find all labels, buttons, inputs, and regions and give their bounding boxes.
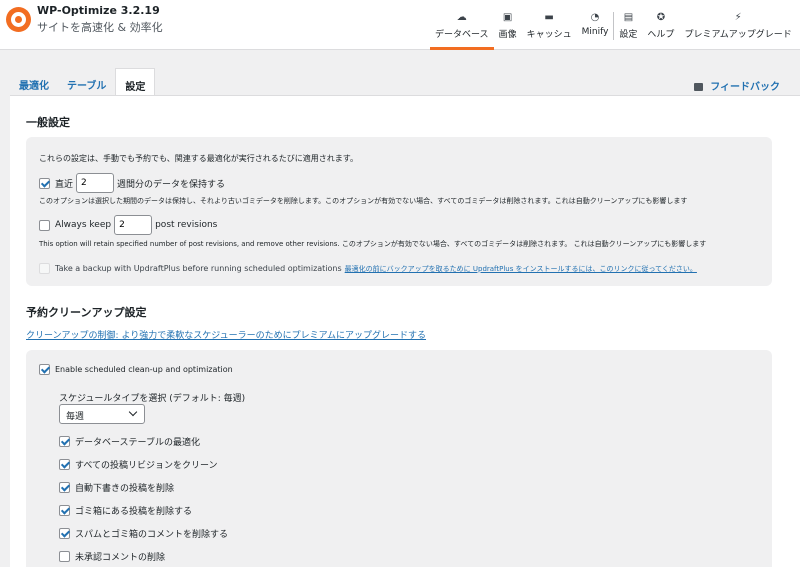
settings-panel: 一般設定 これらの設定は、手動でも予約でも、関連する最適化が実行されるたびに適用… (10, 95, 800, 567)
general-intro: これらの設定は、手動でも予約でも、関連する最適化が実行されるたびに適用されます。 (39, 154, 358, 163)
top-nav: ☁ データベース ▣ 画像 ▬ キャッシュ ◔ Minify ▤ 設定 ✪ ヘル… (430, 0, 797, 50)
option-checkbox-spam-comments[interactable] (59, 528, 70, 539)
schedule-type-select[interactable]: 毎週 (59, 404, 145, 424)
keep-revisions-suffix: post revisions (155, 220, 218, 230)
app-title: WP-Optimize 3.2.19 (37, 4, 160, 17)
option-label: スパムとゴミ箱のコメントを削除する (75, 530, 229, 540)
nav-images[interactable]: ▣ 画像 (494, 0, 522, 50)
option-checkbox-auto-drafts[interactable] (59, 482, 70, 493)
keep-revisions-prefix: Always keep (55, 220, 112, 230)
option-checkbox-unapproved-comments[interactable] (59, 551, 70, 562)
feedback-icon (694, 83, 704, 91)
image-icon: ▣ (502, 12, 513, 23)
option-checkbox-optimize-tables[interactable] (59, 436, 70, 447)
option-label: 未承認コメントの削除 (75, 553, 166, 563)
option-row: データベーステーブルの最適化 (59, 435, 200, 448)
gauge-icon: ◔ (590, 12, 600, 23)
keep-revisions-checkbox[interactable] (39, 219, 50, 231)
chevron-down-icon (128, 407, 138, 417)
backup-checkbox[interactable] (39, 263, 50, 274)
keep-weeks-checkbox[interactable] (39, 177, 50, 189)
cache-icon: ▬ (544, 12, 554, 23)
nav-help[interactable]: ✪ ヘルプ (642, 0, 679, 50)
backup-row: Take a backup with UpdraftPlus before ru… (39, 263, 697, 274)
keep-revisions-input[interactable] (114, 215, 153, 235)
option-label: すべての投稿リビジョンをクリーン (75, 461, 218, 471)
premium-upgrade-link[interactable]: クリーンアップの制御: より強力で柔軟なスケジューラーのためにプレミアムにアップ… (26, 328, 426, 341)
enable-schedule-row: Enable scheduled clean-up and optimizati… (39, 364, 233, 375)
option-row: すべての投稿リビジョンをクリーン (59, 458, 218, 471)
option-row: 未承認コメントの削除 (59, 550, 165, 563)
option-label: 自動下書きの投稿を削除 (75, 484, 175, 494)
option-checkbox-clean-revisions[interactable] (59, 459, 70, 470)
general-settings-heading: 一般設定 (26, 116, 70, 129)
schedule-type-label: スケジュールタイプを選択 (デフォルト: 毎週) (59, 394, 246, 404)
enable-schedule-label: Enable scheduled clean-up and optimizati… (55, 365, 233, 374)
enable-schedule-checkbox[interactable] (39, 364, 50, 375)
database-icon: ☁ (456, 12, 467, 23)
tab-settings[interactable]: 設定 (115, 68, 156, 95)
sub-tabs: 最適化 テーブル 設定 (10, 68, 156, 95)
option-row: 自動下書きの投稿を削除 (59, 481, 174, 494)
scheduled-settings-box: Enable scheduled clean-up and optimizati… (26, 350, 772, 567)
tab-optimizations[interactable]: 最適化 (10, 68, 58, 95)
keep-weeks-input[interactable] (76, 173, 115, 193)
backup-label: Take a backup with UpdraftPlus before ru… (55, 264, 342, 273)
scheduled-cleanup-heading: 予約クリーンアップ設定 (26, 306, 147, 319)
nav-database[interactable]: ☁ データベース (430, 0, 494, 50)
option-row: ゴミ箱にある投稿を削除する (59, 504, 192, 517)
option-checkbox-trashed-posts[interactable] (59, 505, 70, 516)
feedback-link[interactable]: フィードバック (694, 78, 780, 93)
nav-cache[interactable]: ▬ キャッシュ (522, 0, 577, 50)
nav-premium[interactable]: ⚡ プレミアムアップグレード (679, 0, 796, 50)
option-row: スパムとゴミ箱のコメントを削除する (59, 527, 228, 540)
wp-optimize-logo-icon (6, 7, 31, 32)
keep-weeks-note: このオプションは選択した期間のデータは保持し、それより古いゴミデータを削除します… (39, 197, 688, 205)
tab-tables[interactable]: テーブル (58, 68, 115, 95)
app-subtitle: サイトを高速化 & 効率化 (37, 21, 163, 34)
plug-icon: ⚡ (734, 12, 742, 23)
general-settings-box: これらの設定は、手動でも予約でも、関連する最適化が実行されるたびに適用されます。… (26, 137, 772, 286)
keep-weeks-row: 直近 週間分のデータを保持する (39, 173, 225, 193)
brand: WP-Optimize 3.2.19 サイトを高速化 & 効率化 (37, 4, 163, 35)
keep-revisions-row: Always keep post revisions (39, 215, 217, 235)
settings-icon: ▤ (623, 12, 634, 23)
help-icon: ✪ (656, 12, 666, 23)
schedule-type-value: 毎週 (66, 412, 85, 422)
install-updraftplus-link[interactable]: 最適化の前にバックアップを取るために UpdraftPlus をインストールする… (345, 264, 697, 274)
option-label: ゴミ箱にある投稿を削除する (75, 507, 193, 517)
keep-revisions-note: This option will retain specified number… (39, 240, 707, 248)
nav-minify[interactable]: ◔ Minify (577, 0, 614, 50)
option-label: データベーステーブルの最適化 (75, 438, 201, 448)
keep-weeks-suffix: 週間分のデータを保持する (117, 179, 226, 190)
keep-weeks-prefix: 直近 (55, 179, 74, 190)
nav-settings[interactable]: ▤ 設定 (614, 0, 642, 50)
top-bar: WP-Optimize 3.2.19 サイトを高速化 & 効率化 ☁ データベー… (0, 0, 800, 50)
